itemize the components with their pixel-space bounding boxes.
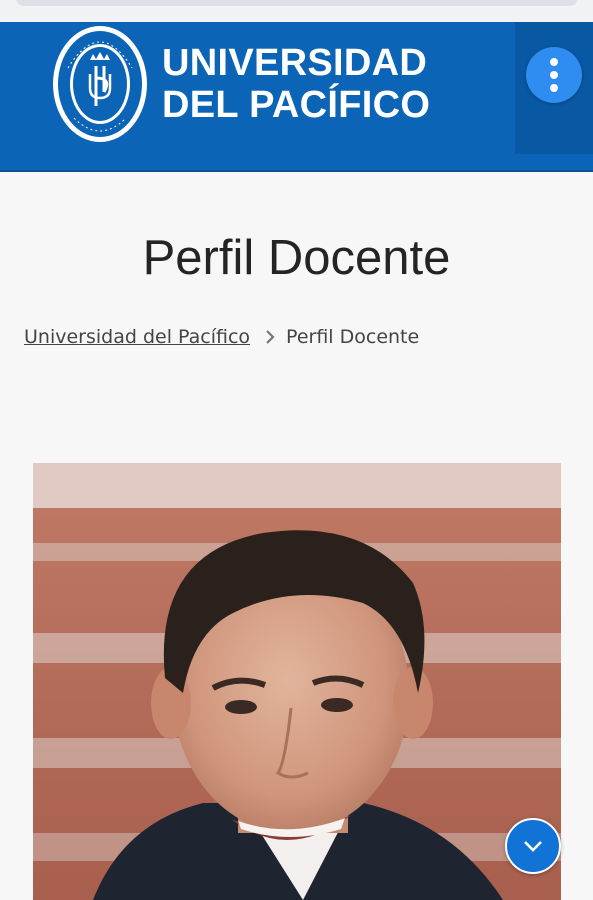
site-header: UNIVERSIDAD DEL PACÍFICO (0, 22, 593, 172)
breadcrumb: Universidad del Pacífico Perfil Docente (24, 326, 419, 348)
breadcrumb-home-link[interactable]: Universidad del Pacífico (24, 326, 250, 348)
address-bar[interactable] (16, 0, 578, 6)
kebab-menu-icon-dot (550, 71, 558, 79)
kebab-menu-icon-dot (550, 58, 558, 66)
menu-panel (515, 22, 593, 154)
page-title: Perfil Docente (142, 231, 451, 285)
menu-button[interactable] (526, 47, 582, 103)
brand-line-1: UNIVERSIDAD (162, 42, 428, 84)
university-seal-logo[interactable] (50, 22, 150, 146)
chevron-right-icon (266, 330, 275, 344)
kebab-menu-icon-dot (550, 84, 558, 92)
brand-wordmark[interactable]: UNIVERSIDAD DEL PACÍFICO (162, 42, 430, 126)
browser-top-strip (0, 0, 593, 22)
breadcrumb-current: Perfil Docente (286, 326, 420, 348)
chevron-down-icon (524, 841, 542, 852)
brand-line-2: DEL PACÍFICO (162, 84, 431, 126)
scroll-down-button[interactable] (505, 818, 561, 874)
profile-photo (33, 463, 561, 900)
